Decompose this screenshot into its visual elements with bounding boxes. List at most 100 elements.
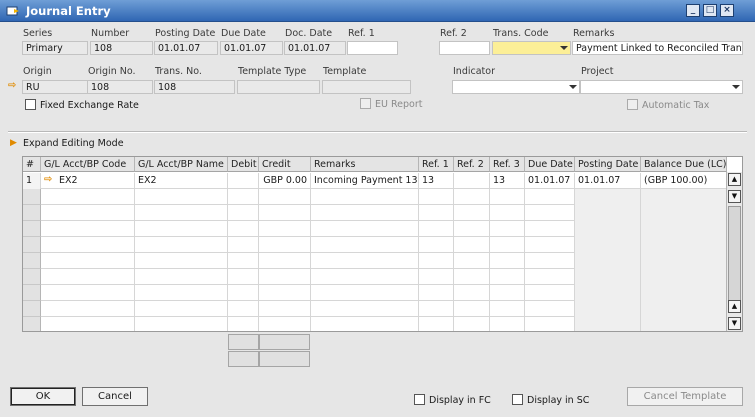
grid-cell[interactable] (228, 237, 259, 253)
grid-cell[interactable] (575, 253, 641, 269)
grid-cell[interactable] (228, 285, 259, 301)
grid-cell[interactable] (259, 237, 311, 253)
grid-cell[interactable] (135, 253, 228, 269)
grid-cell[interactable] (41, 317, 135, 331)
grid-cell[interactable] (490, 237, 525, 253)
grid-cell[interactable] (525, 285, 575, 301)
grid-cell[interactable] (490, 285, 525, 301)
table-row[interactable] (23, 301, 727, 317)
grid-cell[interactable] (525, 221, 575, 237)
grid-cell[interactable] (490, 205, 525, 221)
grid-cell[interactable] (135, 269, 228, 285)
column-header-ref1[interactable]: Ref. 1 (419, 157, 454, 172)
column-header-code[interactable]: G/L Acct/BP Code (41, 157, 135, 172)
grid-cell[interactable] (641, 317, 727, 331)
grid-cell[interactable] (259, 269, 311, 285)
row-header[interactable] (23, 253, 41, 269)
debit-cell[interactable] (228, 173, 259, 189)
minimize-button[interactable]: _ (686, 4, 700, 17)
origin-field[interactable]: RU (22, 80, 88, 94)
display-in-sc-checkbox[interactable] (512, 394, 523, 405)
grid-cell[interactable] (259, 285, 311, 301)
series-field[interactable]: Primary (22, 41, 88, 55)
column-header-remarks[interactable]: Remarks (311, 157, 419, 172)
grid-cell[interactable] (228, 253, 259, 269)
eu-report-checkbox[interactable] (360, 98, 371, 109)
column-header-balance-due[interactable]: Balance Due (LC) (641, 157, 727, 172)
credit-cell[interactable]: GBP 0.00 (259, 173, 311, 189)
grid-cell[interactable] (41, 301, 135, 317)
ref1-cell[interactable]: 13 (419, 173, 454, 189)
grid-cell[interactable] (490, 317, 525, 331)
grid-cell[interactable] (454, 189, 490, 205)
due-date-field[interactable]: 01.01.07 (220, 41, 283, 55)
number-field[interactable]: 108 (90, 41, 153, 55)
template-type-field[interactable] (237, 80, 320, 94)
grid-cell[interactable] (454, 285, 490, 301)
grid-cell[interactable] (575, 237, 641, 253)
cancel-button[interactable]: Cancel (82, 387, 148, 406)
grid-cell[interactable] (419, 237, 454, 253)
grid-cell[interactable] (454, 253, 490, 269)
grid-cell[interactable] (259, 253, 311, 269)
grid-cell[interactable] (525, 237, 575, 253)
grid-cell[interactable] (575, 205, 641, 221)
grid-cell[interactable] (41, 253, 135, 269)
row-header[interactable] (23, 301, 41, 317)
grid-cell[interactable] (311, 253, 419, 269)
cancel-template-button[interactable]: Cancel Template (627, 387, 743, 406)
expand-arrow-icon[interactable]: ▶ (10, 138, 17, 148)
grid-cell[interactable] (419, 205, 454, 221)
grid-cell[interactable] (575, 221, 641, 237)
grid-cell[interactable] (575, 285, 641, 301)
column-header-ref3[interactable]: Ref. 3 (490, 157, 525, 172)
ok-button[interactable]: OK (10, 387, 76, 406)
grid-cell[interactable] (135, 189, 228, 205)
due-date-cell[interactable]: 01.01.07 (525, 173, 575, 189)
ref3-cell[interactable]: 13 (490, 173, 525, 189)
grid-cell[interactable] (490, 221, 525, 237)
grid-cell[interactable] (311, 205, 419, 221)
grid-cell[interactable] (525, 301, 575, 317)
table-row[interactable] (23, 221, 727, 237)
table-row[interactable] (23, 189, 727, 205)
grid-cell[interactable] (228, 205, 259, 221)
project-dropdown[interactable] (580, 80, 743, 94)
grid-cell[interactable] (641, 221, 727, 237)
grid-cell[interactable] (575, 269, 641, 285)
grid-cell[interactable] (575, 189, 641, 205)
grid-cell[interactable] (525, 253, 575, 269)
grid-vertical-scrollbar[interactable]: ▲ ▼ ▲ ▼ (726, 172, 742, 331)
gl-code-cell[interactable]: EX2 (41, 173, 135, 189)
expand-editing-mode-link[interactable]: Expand Editing Mode (23, 138, 124, 149)
grid-cell[interactable] (228, 189, 259, 205)
grid-cell[interactable] (641, 205, 727, 221)
link-arrow-icon[interactable]: ⇨ (8, 80, 16, 91)
grid-cell[interactable] (311, 285, 419, 301)
grid-cell[interactable] (259, 205, 311, 221)
row-header[interactable] (23, 285, 41, 301)
grid-cell[interactable] (41, 269, 135, 285)
grid-cell[interactable] (311, 269, 419, 285)
fixed-exchange-rate-checkbox[interactable] (25, 99, 36, 110)
display-in-fc-checkbox[interactable] (414, 394, 425, 405)
grid-cell[interactable] (419, 301, 454, 317)
gl-name-cell[interactable]: EX2 (135, 173, 228, 189)
trans-no-field[interactable]: 108 (154, 80, 235, 94)
grid-cell[interactable] (135, 237, 228, 253)
remarks-cell[interactable]: Incoming Payment 13 (311, 173, 419, 189)
ref2-field[interactable] (439, 41, 490, 55)
grid-cell[interactable] (575, 301, 641, 317)
grid-cell[interactable] (454, 301, 490, 317)
grid-cell[interactable] (525, 269, 575, 285)
ref1-field[interactable] (347, 41, 398, 55)
column-header-debit[interactable]: Debit (228, 157, 259, 172)
grid-cell[interactable] (259, 189, 311, 205)
grid-cell[interactable] (641, 285, 727, 301)
table-row[interactable] (23, 269, 727, 285)
grid-cell[interactable] (525, 205, 575, 221)
template-field[interactable] (322, 80, 411, 94)
grid-cell[interactable] (641, 301, 727, 317)
table-row[interactable] (23, 253, 727, 269)
table-row[interactable] (23, 205, 727, 221)
